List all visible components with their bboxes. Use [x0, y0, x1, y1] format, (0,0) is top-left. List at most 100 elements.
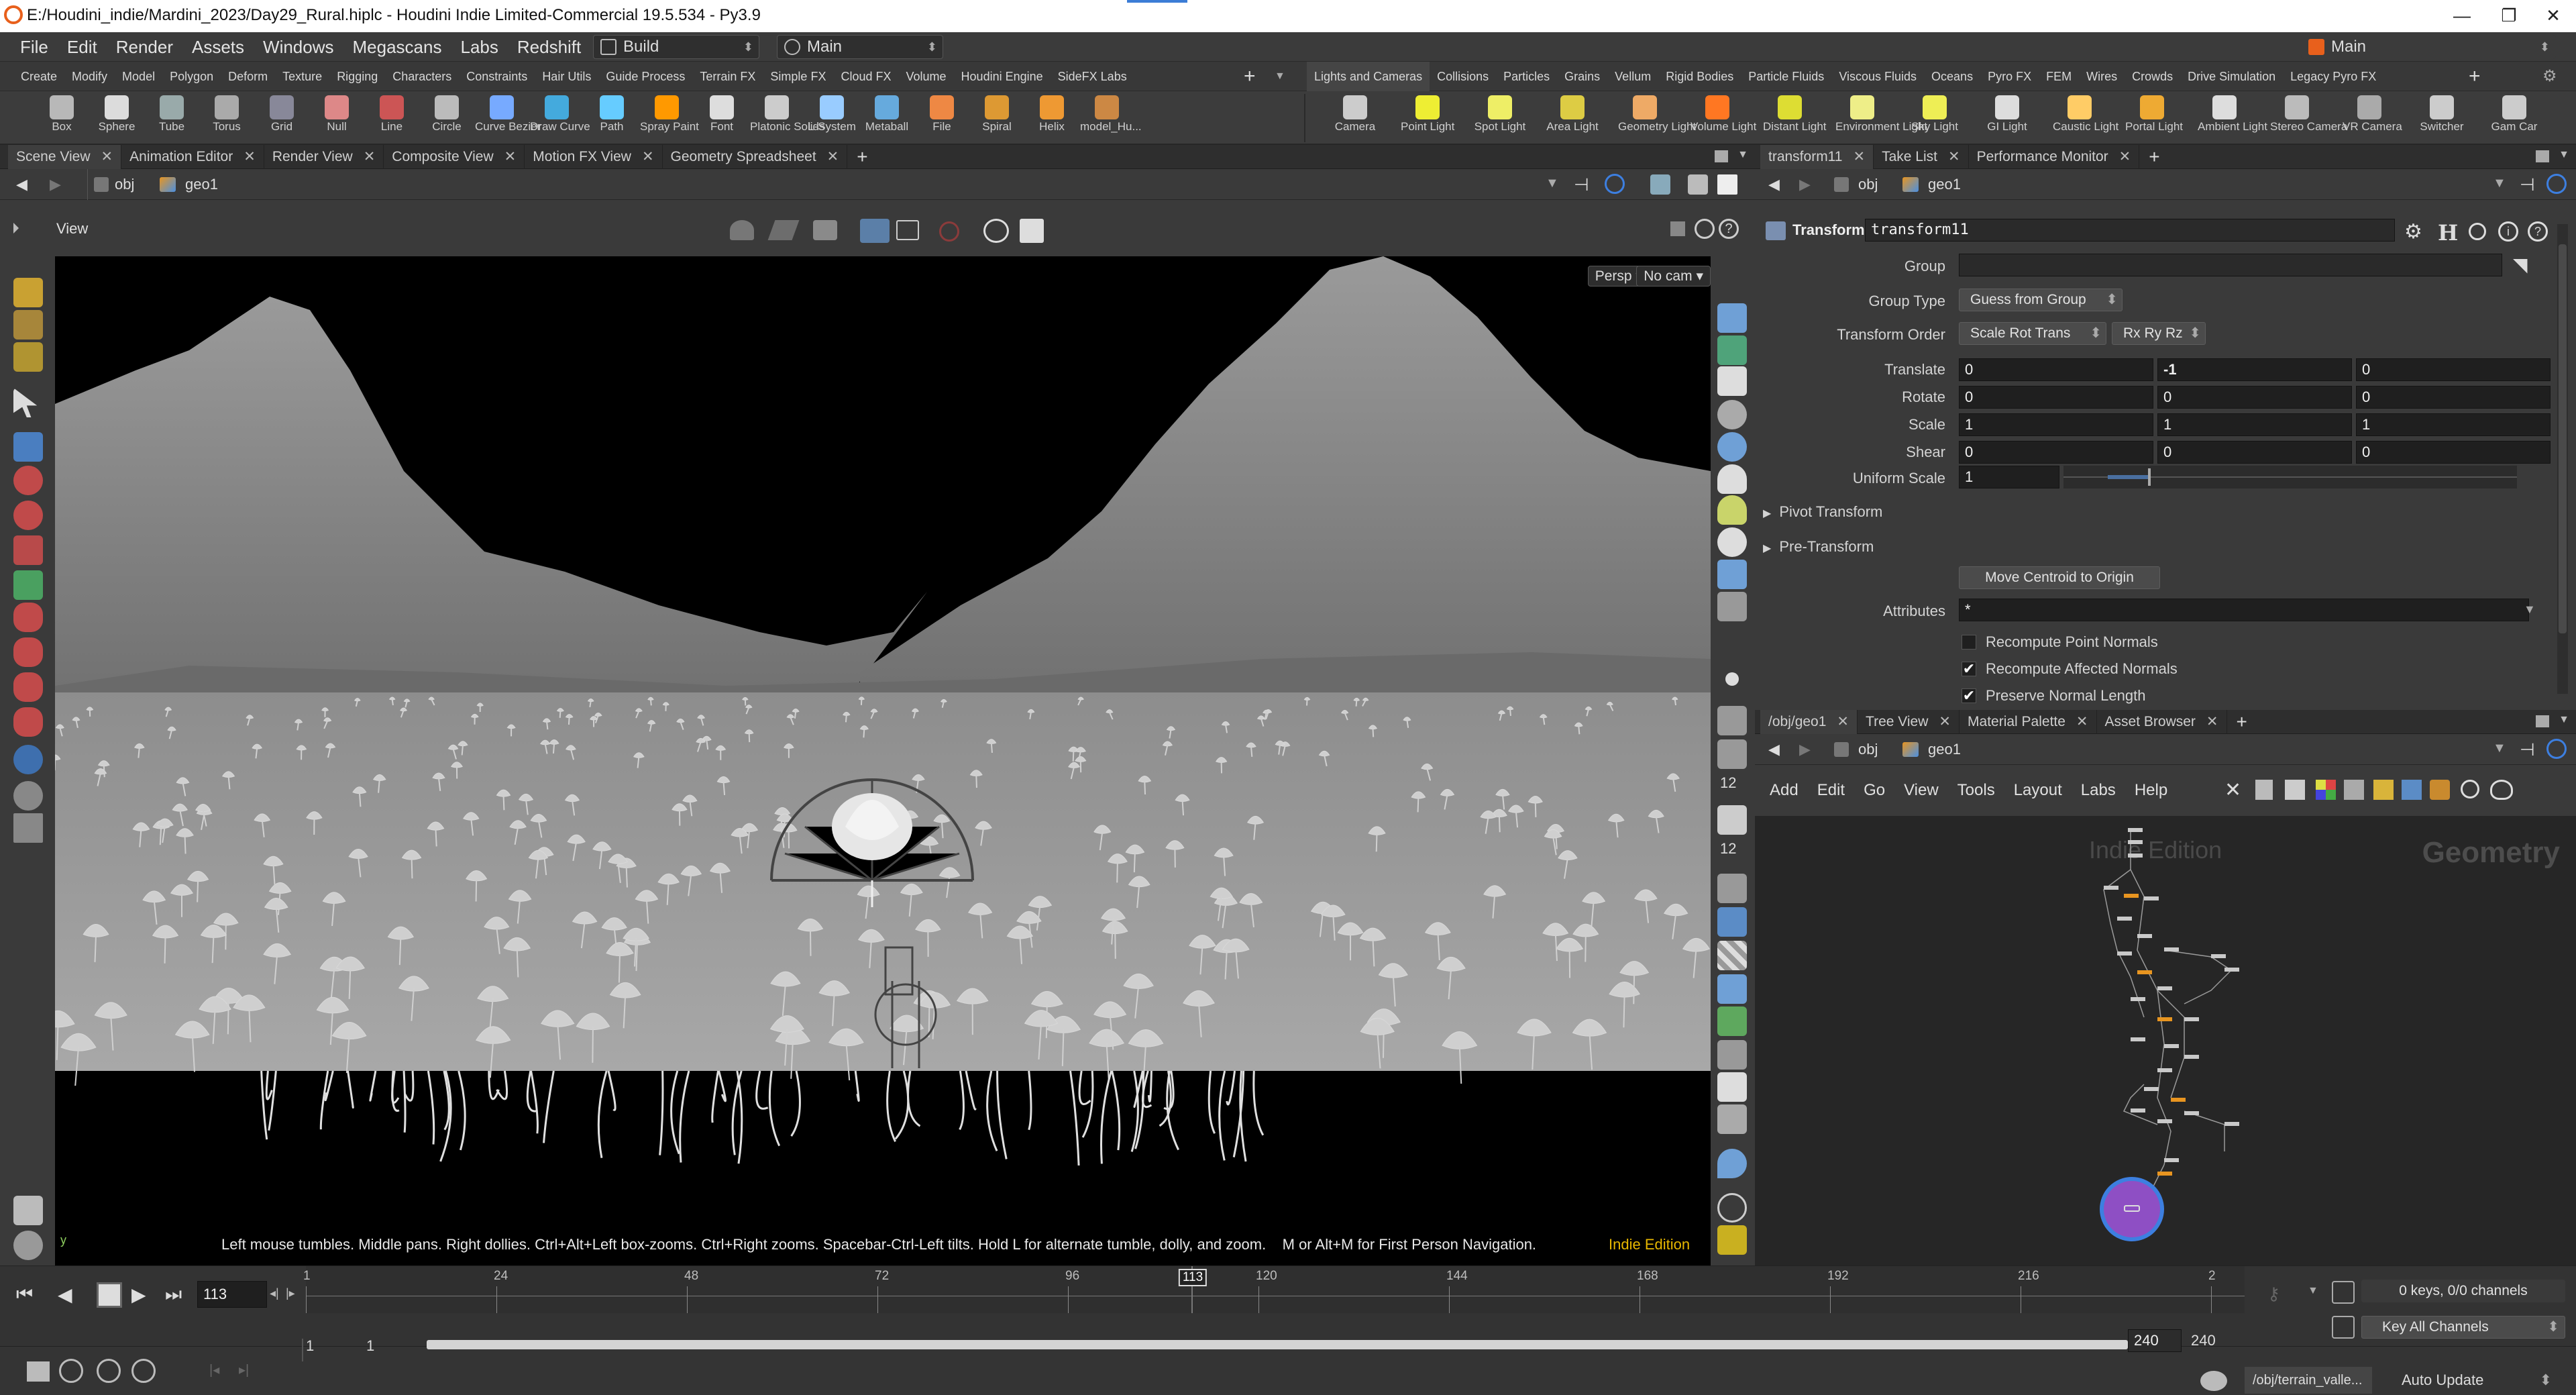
- stop-icon[interactable]: [97, 1282, 122, 1308]
- uv-icon[interactable]: [1717, 907, 1747, 937]
- network-node[interactable]: [2164, 1158, 2179, 1162]
- search-icon[interactable]: [2469, 223, 2486, 240]
- network-menu-help[interactable]: Help: [2125, 781, 2177, 800]
- select-tool-icon[interactable]: [13, 278, 43, 307]
- shelf-tool-sphere[interactable]: Sphere: [90, 91, 144, 145]
- param-scale-z-field[interactable]: 1: [2356, 413, 2551, 436]
- normal-icon[interactable]: [1717, 805, 1747, 835]
- gear-icon[interactable]: ⚙: [2404, 220, 2422, 244]
- network-node[interactable]: [2157, 1017, 2172, 1021]
- group-type-menu[interactable]: Guess from Group ⬍: [1959, 289, 2123, 311]
- network-tab-asset-browser[interactable]: Asset Browser ✕: [2097, 709, 2227, 734]
- close-tab-icon[interactable]: ✕: [244, 149, 256, 164]
- key-all-icon[interactable]: [2332, 1316, 2355, 1339]
- folder-icon[interactable]: [2430, 780, 2450, 800]
- network-editor[interactable]: Indie Edition Geometry: [1755, 816, 2576, 1265]
- close-tab-icon[interactable]: ✕: [1837, 714, 1849, 729]
- move-tool-icon[interactable]: [13, 466, 43, 495]
- background-toggle-icon[interactable]: [1717, 174, 1737, 195]
- network-node[interactable]: [2184, 1111, 2199, 1115]
- shelf-tool-geometry-light[interactable]: Geometry Light: [1618, 91, 1696, 145]
- menu-megascans[interactable]: Megascans: [343, 32, 451, 62]
- shelf-tool-path[interactable]: Path: [585, 91, 639, 145]
- tree-layout-icon[interactable]: [2255, 780, 2273, 800]
- snapping-icon[interactable]: [1717, 1040, 1747, 1070]
- shelf-tool-spot-light[interactable]: Spot Light: [1473, 91, 1527, 145]
- shelf-tool-sky-light[interactable]: Sky Light: [1908, 91, 1962, 145]
- shelf-tool-line[interactable]: Line: [365, 91, 419, 145]
- param-scale-x-field[interactable]: 1: [1959, 413, 2153, 436]
- shelf-tool-portal-light[interactable]: Portal Light: [2125, 91, 2183, 145]
- network-node[interactable]: [2144, 1087, 2159, 1091]
- param-shear-z-field[interactable]: 0: [2356, 441, 2551, 464]
- pointer-tool-icon[interactable]: [13, 388, 38, 417]
- path-dropdown-icon[interactable]: ▼: [1546, 176, 1559, 191]
- display-background-icon[interactable]: [1717, 1072, 1747, 1102]
- network-node[interactable]: [2131, 997, 2145, 1001]
- close-tab-icon[interactable]: ✕: [2119, 149, 2131, 164]
- close-tab-icon[interactable]: ✕: [504, 149, 517, 164]
- info-icon[interactable]: [1717, 1193, 1747, 1223]
- shelf-tab-collisions[interactable]: Collisions: [1430, 62, 1496, 91]
- network-menu-tools[interactable]: Tools: [1948, 781, 2004, 800]
- pane-layout-icon[interactable]: [1715, 150, 1728, 162]
- scale-tool-icon[interactable]: [13, 310, 43, 340]
- magnet-4-icon[interactable]: [13, 707, 43, 737]
- network-node[interactable]: [2211, 954, 2226, 958]
- visualizer-icon[interactable]: [1717, 974, 1747, 1004]
- network-node[interactable]: [2124, 894, 2139, 898]
- shelf-tab-create[interactable]: Create: [13, 62, 64, 91]
- handle-tool-icon[interactable]: [13, 570, 43, 600]
- pivot-transform-folder[interactable]: ▶ Pivot Transform: [1763, 503, 1882, 521]
- global-anim-icon[interactable]: [131, 1359, 156, 1383]
- step-forward-icon[interactable]: |▸: [286, 1286, 295, 1300]
- shelf-tool-caustic-light[interactable]: Caustic Light: [2053, 91, 2118, 145]
- pane-menu-icon[interactable]: ▼: [1737, 149, 1748, 161]
- close-tab-icon[interactable]: ✕: [2206, 714, 2218, 729]
- magnet-3-icon[interactable]: [13, 672, 43, 702]
- check-recompute-affected-normals-box[interactable]: ✔: [1962, 662, 1976, 676]
- link-icon[interactable]: [1605, 174, 1625, 194]
- pose-tool-icon[interactable]: [13, 535, 43, 565]
- net-pin-icon[interactable]: ⊣: [2520, 739, 2535, 760]
- shelf-tab-hair-utils[interactable]: Hair Utils: [535, 62, 598, 91]
- network-node[interactable]: [2128, 840, 2143, 844]
- keys-status-icon[interactable]: [2332, 1281, 2355, 1304]
- display-guides-icon[interactable]: [1717, 335, 1747, 365]
- add-network-tab-icon[interactable]: +: [2227, 711, 2247, 733]
- key-menu-icon[interactable]: ▼: [2308, 1285, 2318, 1297]
- lock-icon[interactable]: [1670, 221, 1685, 236]
- key-icon[interactable]: ⚷: [2267, 1284, 2280, 1304]
- shelf-tab-grains[interactable]: Grains: [1557, 62, 1607, 91]
- shelf-tool-curve-bezier[interactable]: Curve Bezier: [475, 91, 541, 145]
- shelf-tool-spray-paint[interactable]: Spray Paint: [640, 91, 699, 145]
- display-options-icon[interactable]: [1650, 174, 1670, 195]
- point-icon[interactable]: [1725, 672, 1739, 686]
- network-menu-labs[interactable]: Labs: [2072, 781, 2125, 800]
- record-icon[interactable]: [939, 221, 959, 242]
- close-tab-icon[interactable]: ✕: [1854, 149, 1866, 164]
- location-icon[interactable]: [1717, 1149, 1747, 1178]
- close-tab-icon[interactable]: ✕: [101, 149, 113, 164]
- shelf-tab-rigid-bodies[interactable]: Rigid Bodies: [1658, 62, 1741, 91]
- shading-mode-icon[interactable]: [1717, 432, 1747, 462]
- network-node[interactable]: [2131, 1108, 2145, 1113]
- network-node[interactable]: [2157, 1068, 2172, 1072]
- range-end2-field[interactable]: 240: [2191, 1332, 2216, 1349]
- right-workspace-selector[interactable]: Main ⬍: [2301, 35, 2556, 59]
- network-node[interactable]: [2164, 1044, 2179, 1048]
- orbit-icon[interactable]: [13, 781, 43, 811]
- param-shear-y-field[interactable]: 0: [2157, 441, 2352, 464]
- color-palette-icon[interactable]: [2316, 780, 2336, 800]
- current-frame-field[interactable]: 113: [197, 1281, 267, 1308]
- shelf-tool-null[interactable]: Null: [310, 91, 364, 145]
- wrench-icon[interactable]: ✕: [2224, 778, 2241, 802]
- param-rotate-z-field[interactable]: 0: [2356, 386, 2551, 409]
- rotate-order-menu[interactable]: Rx Ry Rz ⬍: [2112, 322, 2206, 345]
- network-node[interactable]: [2224, 968, 2239, 972]
- close-tab-icon[interactable]: ✕: [2076, 714, 2088, 729]
- network-menu-add[interactable]: Add: [1760, 781, 1808, 800]
- forward-arrow-icon[interactable]: ▶: [43, 169, 68, 200]
- net-back-icon[interactable]: ◀: [1762, 734, 1786, 765]
- net-path-dropdown[interactable]: ▼: [2493, 741, 2506, 756]
